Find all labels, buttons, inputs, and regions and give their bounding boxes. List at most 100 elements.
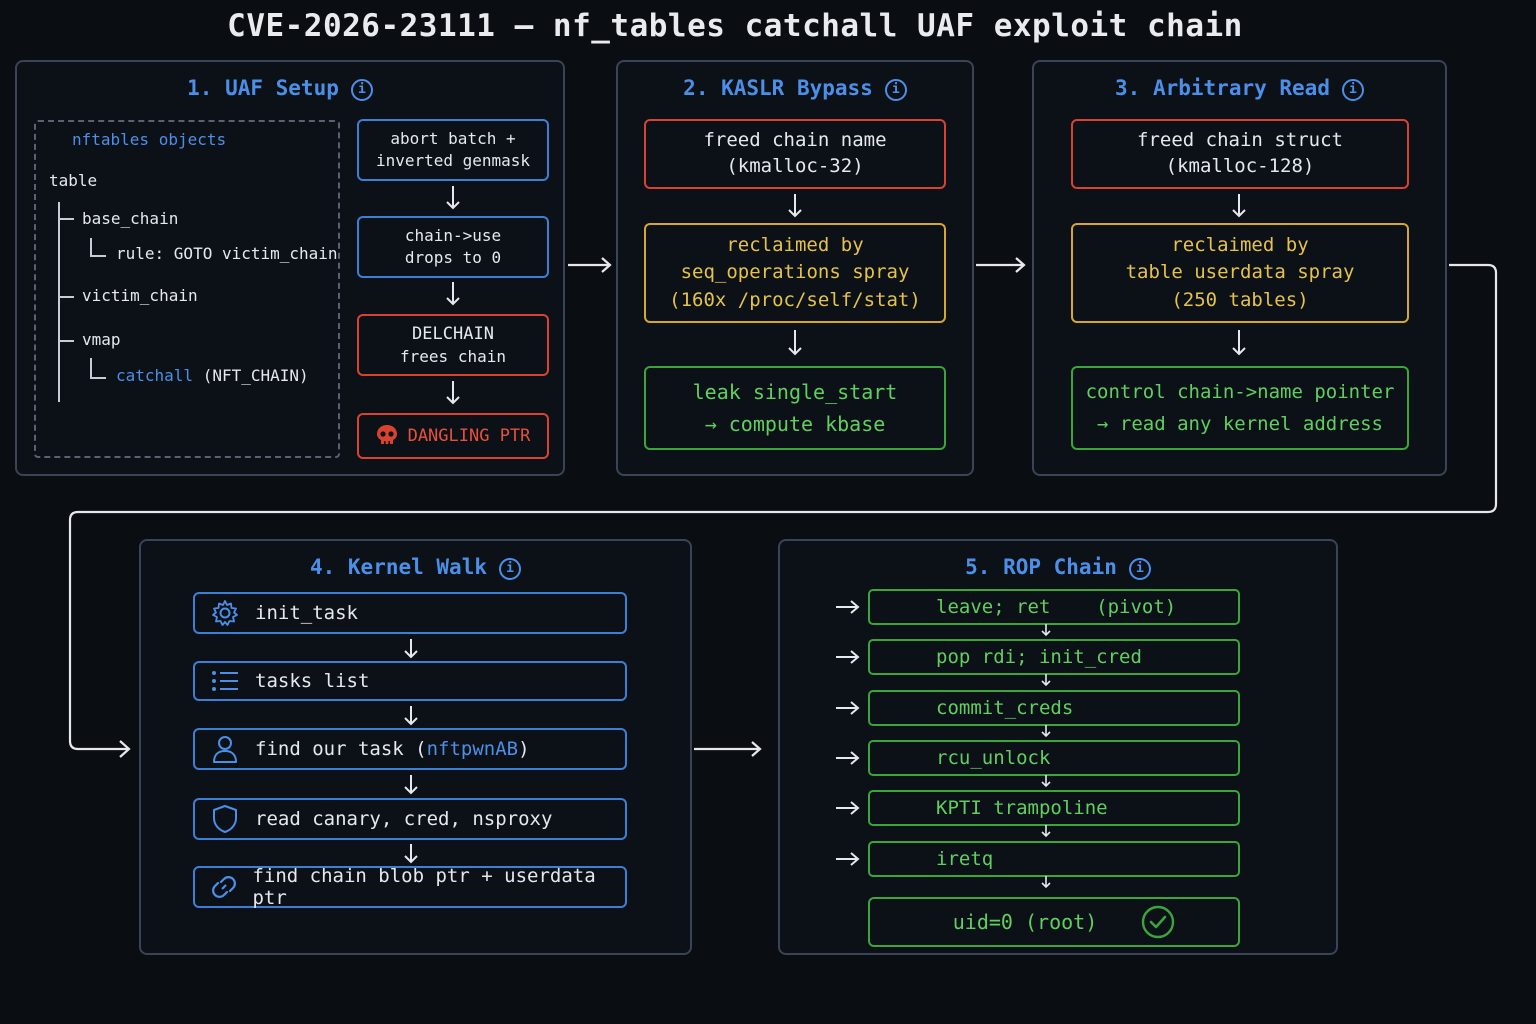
panel-title-text: 1. UAF Setup — [187, 76, 339, 100]
walk-step-tasks-list: tasks list — [193, 661, 627, 701]
tree-line — [90, 255, 106, 257]
step-text: drops to 0 — [404, 248, 502, 267]
arrow-down — [404, 775, 418, 795]
panel-title-text: 5. ROP Chain — [965, 555, 1117, 579]
control-name-pointer-box: control chain->name pointer → read any k… — [1071, 366, 1409, 450]
arrow-down — [404, 844, 418, 864]
walk-step-init-task: init_task — [193, 592, 627, 634]
arrow-down — [788, 194, 802, 218]
info-icon[interactable]: i — [1128, 558, 1151, 580]
panel-kernel-walk: 4. Kernel Walk i init_task tasks list fin… — [139, 539, 692, 955]
panel-kaslr-bypass: 2. KASLR Bypass i freed chain name (kmall… — [616, 60, 974, 476]
tree-line — [58, 218, 74, 220]
seq-operations-spray-box: reclaimed by seq_operations spray (160x … — [644, 223, 946, 323]
catchall-label: catchall — [116, 366, 194, 385]
panel-rop-chain: 5. ROP Chain i leave; ret (pivot) pop rdi;… — [778, 539, 1338, 955]
dangling-ptr-label: DANGLING PTR — [407, 425, 531, 446]
box-text: reclaimed by — [1171, 233, 1309, 256]
tree-line — [90, 358, 92, 378]
tree-victim-chain: victim_chain — [82, 286, 198, 305]
box-text: (kmalloc-128) — [1165, 155, 1315, 177]
leak-kbase-box: leak single_start → compute kbase — [644, 366, 946, 450]
rop-gadget: rcu_unlock — [868, 739, 1240, 776]
task-comm-highlight: nftpwnAB — [426, 738, 519, 760]
info-icon[interactable]: i — [499, 558, 521, 580]
link-icon — [195, 872, 252, 902]
tree-line — [58, 296, 74, 298]
list-icon — [195, 669, 255, 693]
step-abort-batch: abort batch + inverted genmask — [357, 119, 549, 181]
freed-chain-struct-box: freed chain struct (kmalloc-128) — [1071, 119, 1409, 189]
arrow-down — [404, 706, 418, 726]
box-text: (250 tables) — [1171, 288, 1309, 311]
rop-gadget: leave; ret (pivot) — [868, 589, 1240, 625]
userdata-spray-box: reclaimed by table userdata spray (250 t… — [1071, 223, 1409, 323]
box-text: table userdata spray — [1125, 261, 1355, 284]
gear-icon — [195, 599, 255, 627]
panel-title-text: 2. KASLR Bypass — [683, 76, 873, 100]
panel-title: 2. KASLR Bypass i — [618, 76, 972, 101]
arrow-down — [1041, 825, 1051, 838]
tree-vmap: vmap — [82, 330, 121, 349]
arrow-down — [1041, 875, 1051, 888]
panel-title: 3. Arbitrary Read i — [1034, 76, 1445, 101]
walk-step-text: ) — [518, 738, 530, 760]
panel-title-text: 4. Kernel Walk — [309, 555, 487, 579]
walk-step-read-cred: read canary, cred, nsproxy — [193, 798, 627, 840]
step-text: inverted genmask — [375, 151, 531, 170]
panel-title: 1. UAF Setup i — [17, 76, 563, 101]
stack-pointer-arrow — [836, 650, 860, 665]
box-text: reclaimed by — [726, 233, 864, 256]
arrow-right — [976, 257, 1026, 273]
rop-gadget: KPTI trampoline — [868, 790, 1240, 827]
walk-step-text: init_task — [255, 602, 358, 624]
stack-pointer-arrow — [836, 851, 860, 866]
walk-step-text: find chain blob ptr + userdata ptr — [252, 865, 596, 909]
panel-arbitrary-read: 3. Arbitrary Read i freed chain struct (k… — [1032, 60, 1447, 476]
panel-title: 5. ROP Chain i — [780, 555, 1336, 580]
tree-base-chain: base_chain — [82, 209, 179, 228]
info-icon[interactable]: i — [1341, 79, 1364, 101]
step-delchain: DELCHAIN frees chain — [357, 314, 549, 376]
arrow-down — [1232, 194, 1246, 218]
tree-table: table — [49, 171, 98, 190]
box-text: freed chain name — [703, 129, 887, 152]
rop-gadget: iretq — [868, 840, 1240, 877]
stack-pointer-arrow — [836, 700, 860, 715]
tree-line — [58, 202, 60, 402]
panel-uaf-setup: 1. UAF Setup i nftables objects table bas… — [15, 60, 565, 476]
stack-pointer-arrow — [836, 801, 860, 815]
tree-line — [58, 340, 74, 342]
dangling-ptr-badge: DANGLING PTR — [357, 413, 549, 459]
arrow-right — [568, 257, 612, 273]
stack-pointer-arrow — [836, 751, 860, 765]
tree-line — [90, 238, 92, 256]
catchall-type: (NFT_CHAIN) — [202, 366, 309, 385]
shield-icon — [195, 804, 255, 834]
stack-pointer-arrow — [836, 600, 860, 614]
arrow-down — [404, 639, 418, 659]
box-text: (kmalloc-32) — [726, 155, 864, 177]
box-text: seq_operations spray — [680, 261, 910, 284]
arrow-down — [446, 282, 460, 306]
tree-catchall: catchall (NFT_CHAIN) — [116, 366, 309, 385]
root-result-box: uid=0 (root) — [868, 897, 1240, 947]
check-circle-icon — [1142, 905, 1175, 939]
step-text: DELCHAIN — [412, 323, 494, 344]
step-text: frees chain — [400, 346, 506, 366]
step-text: abort batch + — [390, 129, 516, 149]
step-chain-use: chain->use drops to 0 — [357, 216, 549, 278]
tree-rule: rule: GOTO victim_chain — [116, 244, 338, 263]
step-text: chain->use — [404, 226, 502, 246]
info-icon[interactable]: i — [884, 79, 907, 101]
skull-icon — [376, 425, 397, 445]
info-icon[interactable]: i — [350, 79, 373, 101]
arrow-down — [1041, 724, 1051, 737]
freed-chain-name-box: freed chain name (kmalloc-32) — [644, 119, 946, 189]
rop-gadget: pop rdi; init_cred — [868, 639, 1240, 676]
walk-step-find-blob: find chain blob ptr + userdata ptr — [193, 865, 627, 909]
walk-step-text: find our task ( — [255, 738, 427, 760]
box-text: → read any kernel address — [1097, 413, 1383, 435]
box-text: (160x /proc/self/stat) — [669, 288, 921, 311]
box-text: → compute kbase — [704, 412, 886, 436]
